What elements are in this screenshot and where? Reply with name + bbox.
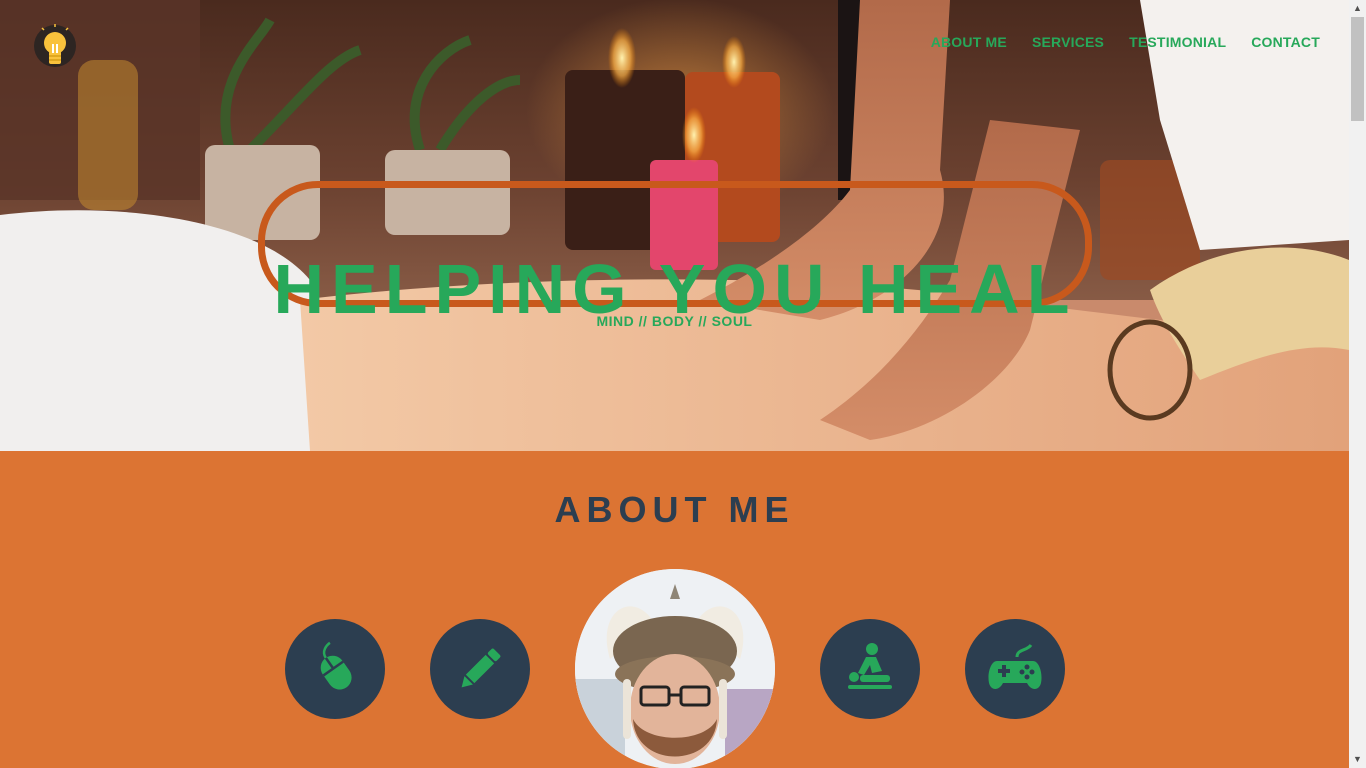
massage-icon-button[interactable] — [820, 619, 920, 719]
logo[interactable] — [33, 22, 77, 70]
about-section: ABOUT ME — [0, 451, 1349, 768]
nav-services[interactable]: SERVICES — [1032, 34, 1104, 50]
nav-testimonial[interactable]: TESTIMONIAL — [1129, 34, 1226, 50]
hero-tagline: MIND // BODY // SOUL — [596, 313, 753, 329]
page: ABOUT ME SERVICES TESTIMONIAL CONTACT HE… — [0, 0, 1349, 768]
nav-contact[interactable]: CONTACT — [1251, 34, 1320, 50]
computer-mouse-icon — [320, 641, 352, 690]
about-title: ABOUT ME — [554, 489, 795, 530]
scroll-down-arrow-icon[interactable]: ▼ — [1349, 751, 1366, 768]
vertical-scrollbar[interactable]: ▲ ▼ — [1349, 0, 1366, 768]
massage-icon — [848, 643, 892, 689]
profile-photo-image — [575, 569, 775, 768]
nav-about-me[interactable]: ABOUT ME — [931, 34, 1007, 50]
hero-section: ABOUT ME SERVICES TESTIMONIAL CONTACT HE… — [0, 0, 1349, 451]
gamepad-icon — [988, 644, 1042, 689]
profile-photo — [575, 569, 775, 768]
lightbulb-icon — [34, 24, 76, 67]
main-nav: ABOUT ME SERVICES TESTIMONIAL CONTACT — [931, 34, 1320, 50]
pencil-icon-button[interactable] — [430, 619, 530, 719]
scroll-up-arrow-icon[interactable]: ▲ — [1349, 0, 1366, 17]
pencil-icon — [461, 648, 501, 688]
gamepad-icon-button[interactable] — [965, 619, 1065, 719]
mouse-icon-button[interactable] — [285, 619, 385, 719]
scrollbar-thumb[interactable] — [1351, 17, 1364, 121]
